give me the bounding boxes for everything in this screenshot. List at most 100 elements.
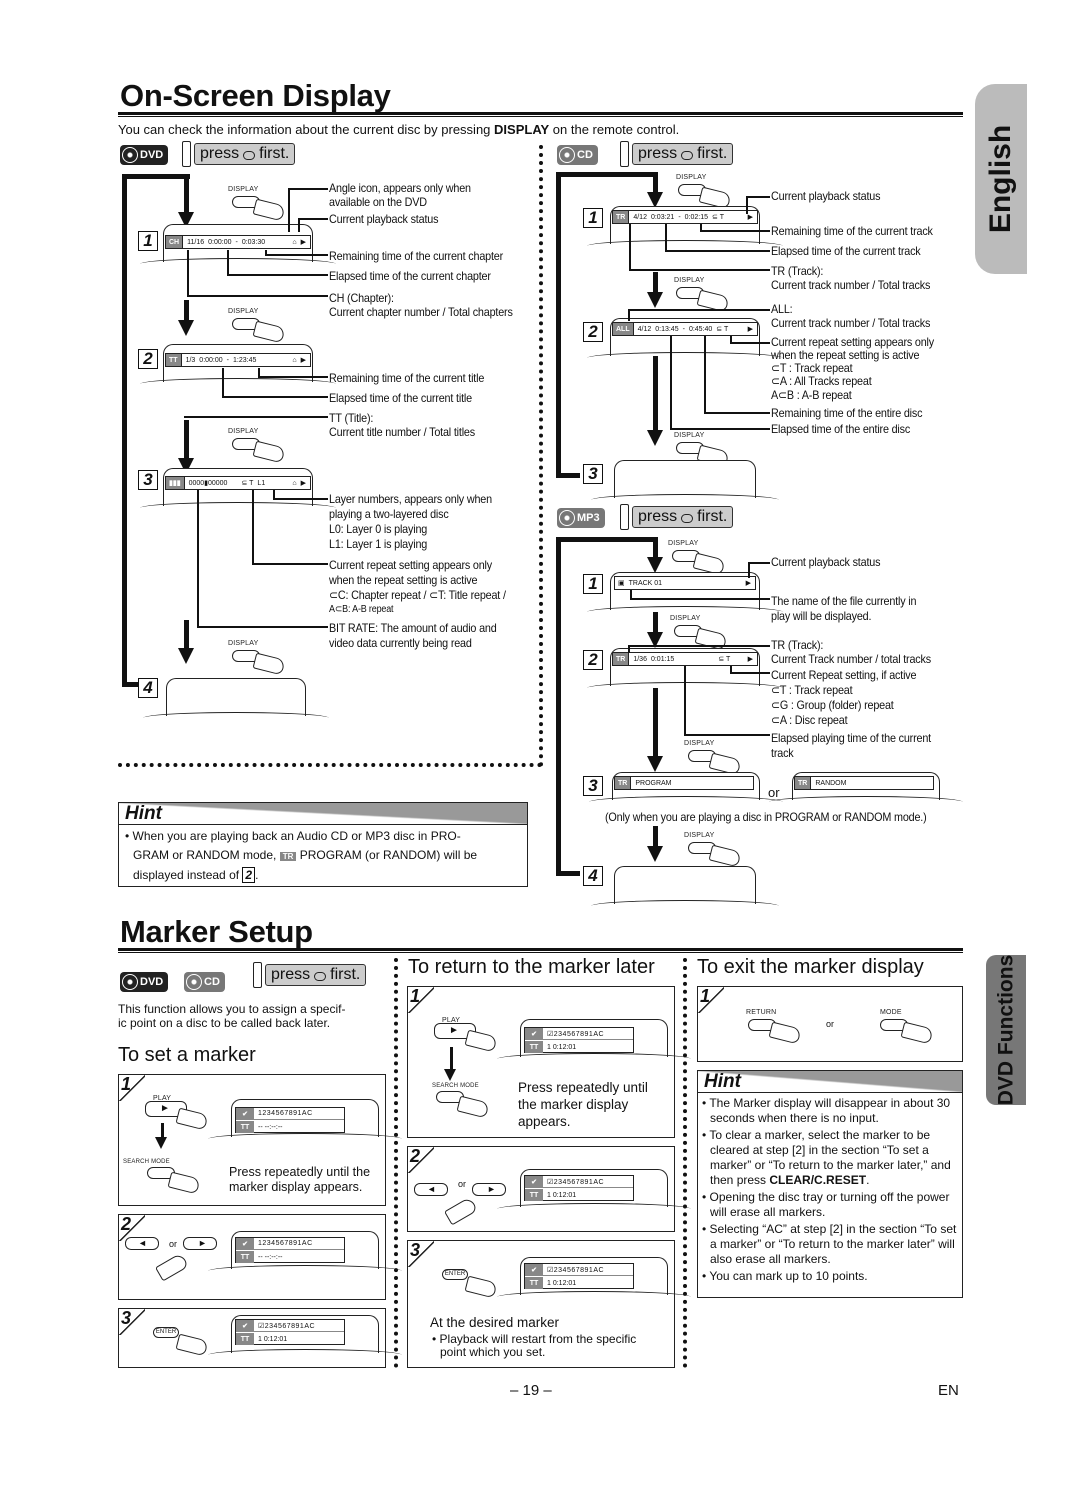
- note: Current Track number / total tracks: [771, 652, 931, 666]
- right-arrow-button[interactable]: ►: [183, 1237, 217, 1250]
- hand-icon: [175, 1107, 209, 1131]
- press-dvd-first: press first.: [182, 141, 296, 167]
- note: ⊂C: Chapter repeat / ⊂T: Title repeat /: [329, 588, 506, 602]
- right-arrow-icon: ►: [198, 1238, 207, 1248]
- hand-icon: [768, 1021, 802, 1045]
- note: ⊂T : Track repeat: [771, 683, 853, 697]
- check-icon: ✔: [525, 1176, 543, 1187]
- page-title-marker: Marker Setup: [120, 914, 313, 949]
- note: Remaining time of the current title: [329, 371, 485, 385]
- step-badge: 2: [583, 650, 603, 670]
- note: Elapsed playing time of the current: [771, 731, 932, 745]
- hand-icon: [444, 1196, 478, 1226]
- return-step-2: 2 ◄ or ► ✔ ☑234567891AC TT 1 0:12:01: [407, 1146, 691, 1232]
- marker-display: ✔ 1234567891AC TT -- --:--:--: [235, 1107, 345, 1133]
- dotted-divider: [394, 958, 398, 1368]
- angle-icon: ⌂: [292, 479, 297, 487]
- step-badge: 3: [583, 464, 603, 484]
- dotted-divider: [539, 145, 543, 767]
- note: TR (Track):: [771, 264, 824, 278]
- osd-bar-bitrate: ▮▮▮ 0000▮00000 ⊆ T L1 ⌂ ▶: [165, 476, 311, 490]
- check-icon: ✔: [236, 1108, 254, 1119]
- page-title-osd: On-Screen Display: [120, 78, 391, 113]
- play-status-icon: ▶: [747, 326, 753, 333]
- page-number: – 19 –: [510, 1382, 552, 1399]
- remote-icon: [620, 141, 629, 167]
- return-marker-heading: To return to the marker later: [408, 956, 655, 978]
- arrow-down-icon: [155, 1137, 167, 1149]
- dotted-divider: [683, 958, 687, 1368]
- disc-icon: [559, 510, 575, 526]
- left-arrow-button[interactable]: ◄: [414, 1183, 448, 1196]
- angle-icon: ⌂: [292, 238, 297, 246]
- return-step-1: 1 PLAY ► SEARCH MODE ✔ ☑234567891AC TT 1 0…: [407, 986, 691, 1138]
- set-marker-heading: To set a marker: [118, 1044, 256, 1066]
- marker-hint-box: Hint • The Marker display will disappear…: [697, 1070, 963, 1298]
- enter-button[interactable]: ENTER: [153, 1327, 179, 1338]
- disc-icon: [559, 147, 575, 163]
- osd-bar-mp3-track: TR 1/36 0:01:15 ⊆ T ▶: [612, 652, 758, 666]
- note: Elapsed time of the current track: [771, 244, 921, 258]
- dvd-key-icon: [681, 513, 694, 523]
- arrow-down-icon: [178, 648, 194, 664]
- note: The name of the file currently in: [771, 594, 917, 608]
- right-arrow-button[interactable]: ►: [472, 1183, 506, 1196]
- enter-button[interactable]: ENTER: [442, 1269, 468, 1280]
- disc-icon: [186, 974, 202, 990]
- remote-icon: [182, 141, 191, 167]
- note: Current Repeat setting, if active: [771, 668, 917, 682]
- dvd-badge: DVD: [120, 145, 169, 165]
- note: video data currently being read: [329, 636, 472, 650]
- note: when the repeat setting is active: [771, 348, 920, 362]
- language-code: EN: [938, 1382, 959, 1399]
- note: A⊂B: A-B repeat: [329, 604, 394, 615]
- note: Current track number / Total tracks: [771, 278, 931, 292]
- step-badge: 4: [138, 678, 158, 698]
- hand-icon: [252, 320, 286, 344]
- note: Elapsed time of the current title: [329, 391, 472, 405]
- arrow-down-icon: [647, 430, 663, 446]
- note: TT (Title):: [329, 411, 374, 425]
- display-button-label: DISPLAY: [228, 186, 259, 193]
- remote-icon: [253, 962, 262, 988]
- note: playing a two-layered disc: [329, 507, 449, 521]
- hand-icon: [708, 844, 742, 868]
- note: ⊂G : Group (folder) repeat: [771, 698, 894, 712]
- dvd-functions-tab[interactable]: DVD Functions: [986, 955, 1026, 1105]
- note: Remaining time of the current track: [771, 224, 933, 238]
- note: Current chapter number / Total chapters: [329, 305, 513, 319]
- title-rule: [118, 948, 963, 953]
- note: Current track number / Total tracks: [771, 316, 931, 330]
- step-ref-badge: 2: [242, 867, 256, 883]
- marker-display: ✔ ☑234567891AC TT 1 0:12:01: [235, 1319, 345, 1345]
- angle-icon: ⌂: [292, 356, 297, 364]
- check-icon: ✔: [236, 1238, 254, 1249]
- step-badge: 1: [138, 231, 158, 251]
- step-badge: 3: [138, 470, 158, 490]
- step-badge: 4: [583, 866, 603, 886]
- step-badge: 3: [583, 776, 603, 796]
- note: ALL:: [771, 302, 793, 316]
- note: TR (Track):: [771, 638, 824, 652]
- note: Current playback status: [329, 212, 439, 226]
- dvd-badge: DVD: [120, 972, 169, 992]
- dvd-key-icon: [681, 150, 694, 160]
- marker-display: ✔ ☑234567891AC TT 1 0:12:01: [524, 1027, 634, 1053]
- exit-step-1: 1 RETURN or MODE: [697, 986, 963, 1062]
- note: L0: Layer 0 is playing: [329, 522, 428, 536]
- play-status-icon: ▶: [300, 480, 306, 487]
- osd-bar-track: TR 4/12 0:03:21-0:02:15 ⊆ T ▶: [612, 210, 758, 224]
- note: ⊂T : Track repeat: [771, 361, 853, 375]
- english-tab[interactable]: English: [975, 84, 1027, 274]
- left-arrow-button[interactable]: ◄: [125, 1237, 159, 1250]
- left-arrow-icon: ◄: [427, 1184, 436, 1194]
- note: Angle icon, appears only when: [329, 181, 471, 195]
- step-badge: 2: [583, 322, 603, 342]
- marker-display: ✔ ☑234567891AC TT 1 0:12:01: [524, 1175, 634, 1201]
- right-arrow-icon: ►: [487, 1184, 496, 1194]
- arrow-down-icon: [178, 320, 194, 336]
- press-dvd-first: press first.: [620, 141, 734, 167]
- remote-icon: [620, 504, 629, 530]
- note: Elapsed time of the current chapter: [329, 269, 491, 283]
- note: available on the DVD: [329, 195, 427, 209]
